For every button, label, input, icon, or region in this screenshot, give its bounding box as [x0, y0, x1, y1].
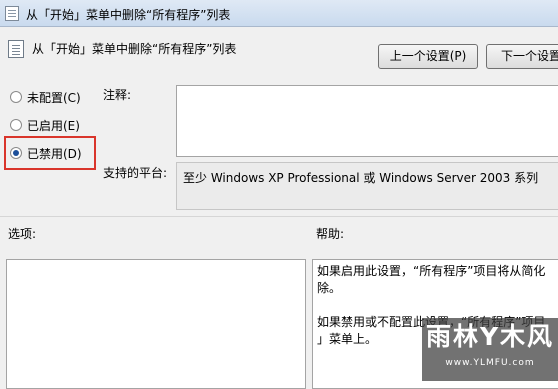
- divider: [0, 216, 558, 217]
- title-bar: 从「开始」菜单中删除“所有程序”列表: [0, 0, 558, 27]
- comment-label: 注释:: [103, 88, 132, 102]
- policy-name: 从「开始」菜单中删除“所有程序”列表: [32, 42, 237, 56]
- help-paragraph: 如果启用此设置，“所有程序”项目将从简化 除。: [317, 264, 546, 295]
- radio-enabled[interactable]: 已启用(E): [10, 116, 80, 134]
- radio-not-configured[interactable]: 未配置(C): [10, 88, 81, 106]
- options-label: 选项:: [8, 227, 37, 241]
- policy-setting-icon: [8, 40, 24, 58]
- supported-platform-field: 至少 Windows XP Professional 或 Windows Ser…: [176, 162, 558, 210]
- radio-label: 未配置(C): [27, 90, 81, 105]
- platform-label: 支持的平台:: [103, 166, 168, 180]
- selection-highlight: [4, 136, 96, 170]
- watermark-logo: 雨林Y木风 www.YLMFU.com: [422, 318, 558, 381]
- radio-label: 已启用(E): [27, 118, 80, 133]
- next-setting-button[interactable]: 下一个设置: [486, 44, 558, 69]
- policy-icon: [5, 6, 19, 21]
- radio-circle-icon[interactable]: [10, 91, 22, 103]
- help-label: 帮助:: [316, 227, 345, 241]
- comment-textarea[interactable]: [176, 85, 558, 157]
- watermark-text: 雨林Y木风: [425, 322, 555, 351]
- previous-setting-button[interactable]: 上一个设置(P): [378, 44, 478, 69]
- options-pane[interactable]: [6, 259, 306, 389]
- radio-circle-icon[interactable]: [10, 119, 22, 131]
- watermark-url: www.YLMFU.com: [445, 358, 535, 368]
- window-title: 从「开始」菜单中删除“所有程序”列表: [26, 8, 231, 22]
